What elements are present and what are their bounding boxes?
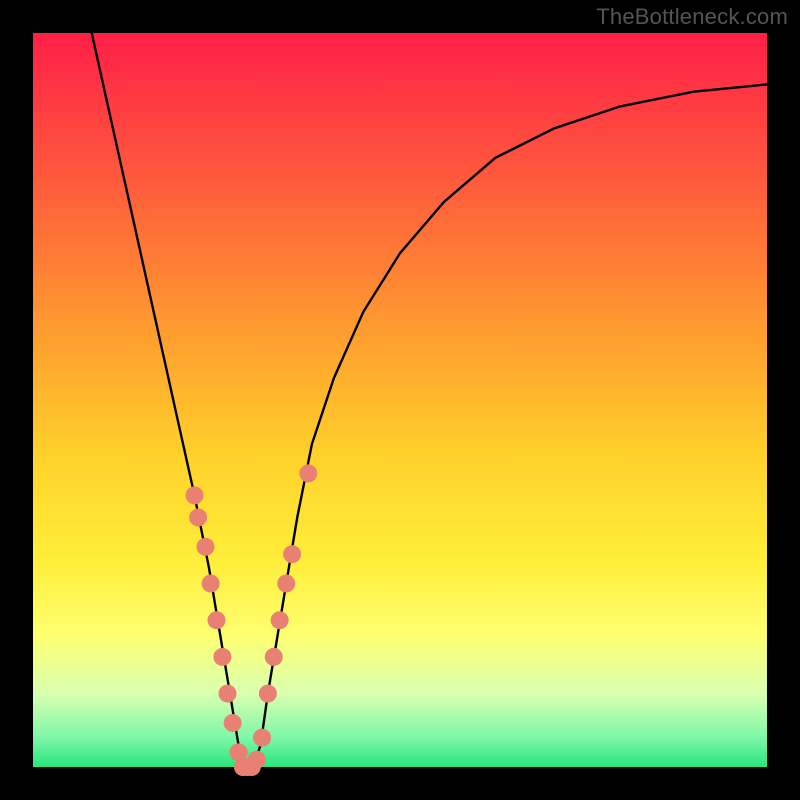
bottleneck-chart [0,0,800,800]
marker-dot [299,464,317,482]
marker-dot [213,648,231,666]
marker-dot [248,751,266,769]
marker-dot [259,685,277,703]
marker-dot [224,714,242,732]
chart-frame: TheBottleneck.com [0,0,800,800]
marker-dot [277,575,295,593]
marker-dot [202,575,220,593]
marker-dot [208,611,226,629]
marker-dot [189,508,207,526]
marker-dot [265,648,283,666]
marker-dot [196,538,214,556]
marker-dot [185,486,203,504]
marker-dot [283,545,301,563]
plot-background [33,33,767,767]
marker-dot [219,685,237,703]
marker-dot [253,729,271,747]
marker-dot [271,611,289,629]
